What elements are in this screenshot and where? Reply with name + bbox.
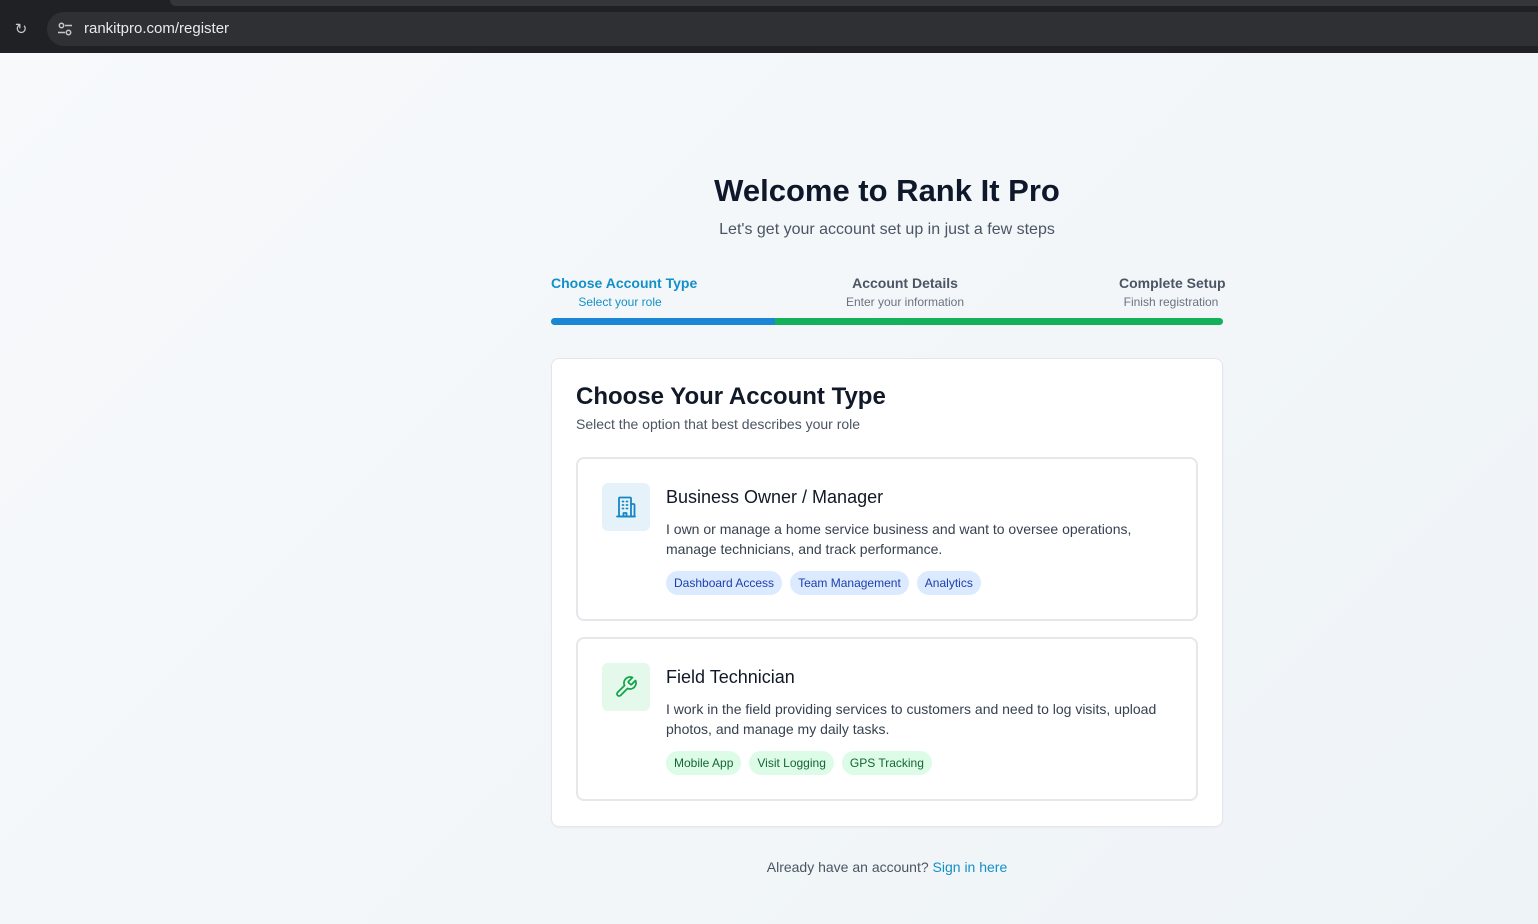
card-subtitle: Select the option that best describes yo… (576, 416, 861, 432)
page-title: Welcome to Rank It Pro (714, 173, 1060, 208)
signin-text: Already have an account? (766, 859, 929, 875)
step-title: Account Details (852, 275, 958, 291)
field-technician-option[interactable]: Field Technician I work in the field pro… (576, 637, 1198, 801)
option-description: I work in the field providing services t… (666, 701, 1157, 737)
address-bar[interactable]: rankitpro.com/register (47, 12, 1538, 46)
option-tags: Mobile App Visit Logging GPS Tracking (666, 751, 932, 775)
reload-icon[interactable]: ↻ (11, 19, 31, 39)
step-subtitle: Enter your information (845, 295, 965, 309)
step-account-details: Account Details Enter your information (841, 275, 969, 309)
signin-prompt: Already have an account? Sign in here (551, 859, 1223, 875)
option-tags: Dashboard Access Team Management Analyti… (666, 571, 981, 595)
sign-in-link[interactable]: Sign in here (933, 859, 1008, 875)
step-subtitle: Finish registration (1123, 295, 1219, 309)
option-description: I own or manage a home service business … (666, 521, 1132, 557)
feature-tag: Analytics (916, 571, 981, 595)
card-title: Choose Your Account Type (576, 383, 886, 410)
step-title: Choose Account Type (551, 275, 698, 291)
register-page: Welcome to Rank It Pro Let's get your ac… (0, 53, 1538, 924)
feature-tag: GPS Tracking (841, 751, 932, 775)
step-complete-setup: Complete Setup Finish registration (1119, 275, 1226, 309)
tab-strip (170, 0, 1538, 6)
feature-tag: Mobile App (666, 751, 742, 775)
business-owner-option[interactable]: Business Owner / Manager I own or manage… (576, 457, 1198, 621)
wrench-icon (602, 663, 650, 711)
option-title: Field Technician (666, 667, 795, 687)
progress-bar-fill (551, 318, 775, 325)
step-choose-account-type: Choose Account Type Select your role (551, 275, 698, 309)
site-settings-icon[interactable] (57, 21, 73, 37)
option-title: Business Owner / Manager (666, 487, 884, 507)
feature-tag: Dashboard Access (666, 571, 783, 595)
account-type-card: Choose Your Account Type Select the opti… (551, 358, 1223, 827)
page-subtitle: Let's get your account set up in just a … (719, 221, 1055, 238)
url-text[interactable]: rankitpro.com/register (84, 20, 229, 37)
browser-toolbar: ↻ rankitpro.com/register (0, 0, 1538, 53)
progress-stepper: Choose Account Type Select your role Acc… (551, 275, 1226, 327)
step-subtitle: Select your role (578, 295, 662, 309)
building-icon (602, 483, 650, 531)
feature-tag: Visit Logging (749, 751, 834, 775)
feature-tag: Team Management (790, 571, 909, 595)
step-title: Complete Setup (1119, 275, 1226, 291)
progress-bar (551, 318, 1223, 325)
